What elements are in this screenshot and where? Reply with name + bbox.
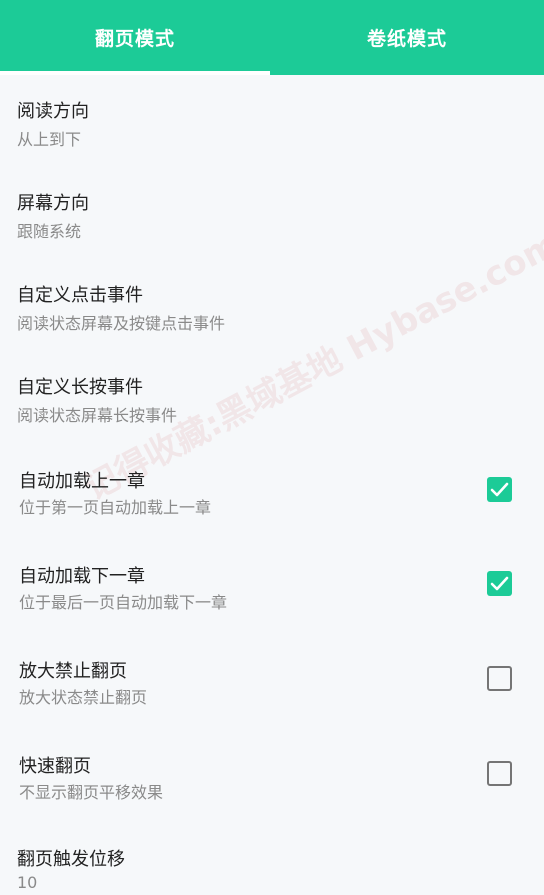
setting-title: 自动加载上一章 xyxy=(19,471,145,492)
setting-reading-direction[interactable]: 阅读方向 从上到下 xyxy=(0,90,544,160)
setting-disable-paging-when-zoomed[interactable]: 放大禁止翻页 放大状态禁止翻页 xyxy=(0,650,544,720)
setting-title: 自动加载下一章 xyxy=(19,566,145,587)
setting-custom-long-press-events[interactable]: 自定义长按事件 阅读状态屏幕长按事件 xyxy=(0,366,544,436)
setting-custom-click-events[interactable]: 自定义点击事件 阅读状态屏幕及按键点击事件 xyxy=(0,274,544,344)
setting-subtitle: 放大状态禁止翻页 xyxy=(19,688,148,707)
fast-page-turn-checkbox[interactable] xyxy=(487,761,512,786)
setting-subtitle: 位于第一页自动加载上一章 xyxy=(19,498,212,517)
setting-value: 10 xyxy=(17,873,38,892)
setting-auto-load-previous-chapter[interactable]: 自动加载上一章 位于第一页自动加载上一章 xyxy=(0,460,544,530)
setting-subtitle: 不显示翻页平移效果 xyxy=(19,783,164,802)
setting-subtitle: 阅读状态屏幕长按事件 xyxy=(17,406,178,425)
setting-auto-load-next-chapter[interactable]: 自动加载下一章 位于最后一页自动加载下一章 xyxy=(0,555,544,625)
disable-paging-zoomed-checkbox[interactable] xyxy=(487,666,512,691)
checkmark-icon xyxy=(490,576,509,591)
checkmark-icon xyxy=(490,482,509,497)
auto-load-previous-checkbox[interactable] xyxy=(487,477,512,502)
setting-subtitle: 从上到下 xyxy=(17,130,82,149)
setting-title: 放大禁止翻页 xyxy=(19,661,127,682)
setting-page-turn-trigger-offset[interactable]: 翻页触发位移 10 xyxy=(0,838,544,895)
setting-subtitle: 跟随系统 xyxy=(17,222,82,241)
tab-scroll-mode[interactable]: 卷纸模式 xyxy=(270,0,544,75)
setting-subtitle: 阅读状态屏幕及按键点击事件 xyxy=(17,314,226,333)
tab-bar: 翻页模式 卷纸模式 xyxy=(0,0,544,75)
setting-title: 快速翻页 xyxy=(19,756,91,777)
setting-subtitle: 位于最后一页自动加载下一章 xyxy=(19,593,228,612)
setting-title: 翻页触发位移 xyxy=(17,849,125,870)
auto-load-next-checkbox[interactable] xyxy=(487,571,512,596)
setting-title: 屏幕方向 xyxy=(17,193,89,214)
setting-title: 自定义点击事件 xyxy=(17,285,143,306)
setting-screen-orientation[interactable]: 屏幕方向 跟随系统 xyxy=(0,182,544,252)
setting-title: 自定义长按事件 xyxy=(17,377,143,398)
tab-page-turn-mode[interactable]: 翻页模式 xyxy=(0,0,270,75)
setting-fast-page-turn[interactable]: 快速翻页 不显示翻页平移效果 xyxy=(0,745,544,815)
tab-indicator xyxy=(0,71,270,75)
setting-title: 阅读方向 xyxy=(17,101,89,122)
